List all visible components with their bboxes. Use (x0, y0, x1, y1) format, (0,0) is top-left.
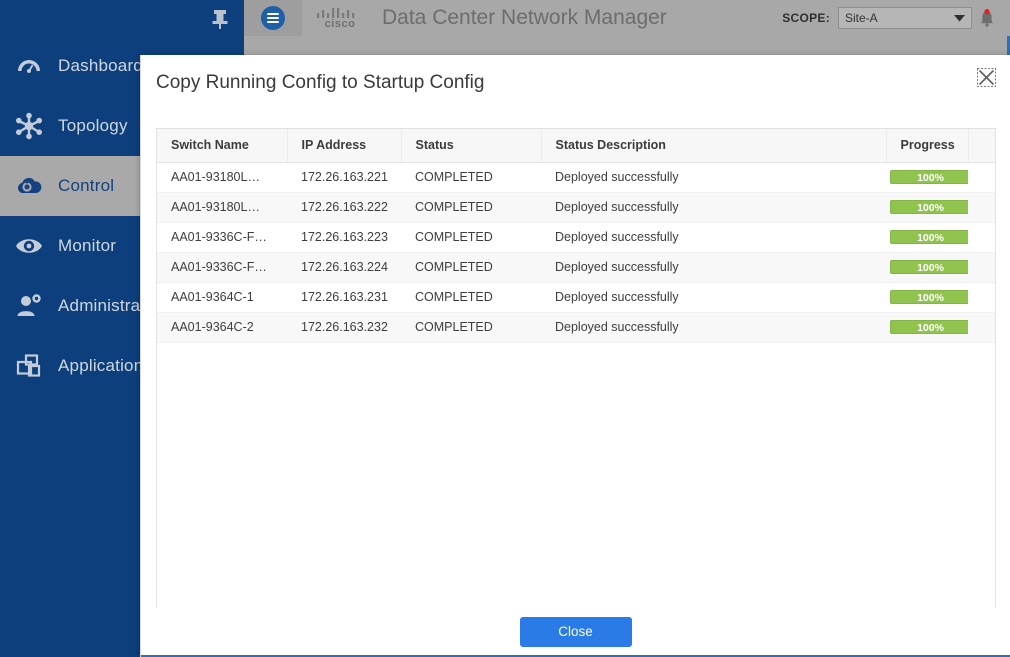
user-gear-icon (10, 287, 48, 325)
cell-switch-name: AA01-93180L… (157, 162, 287, 193)
cell-progress: 100% (886, 222, 968, 253)
cell-status-description: Deployed successfully (541, 312, 886, 343)
cell-progress: 100% (886, 282, 968, 313)
cell-switch-name: AA01-93180L… (157, 192, 287, 223)
column-header-status[interactable]: Status (401, 129, 542, 163)
scope-label: SCOPE: (782, 11, 830, 25)
cisco-logo: cisco (312, 7, 368, 30)
gauge-icon (10, 47, 48, 85)
cell-switch-name: AA01-9336C-F… (157, 252, 287, 283)
hamburger-menu-icon[interactable] (244, 0, 302, 36)
app-title: Data Center Network Manager (382, 6, 667, 29)
dialog-title: Copy Running Config to Startup Config (156, 72, 485, 93)
cell-switch-name: AA01-9364C-2 (157, 312, 287, 343)
cell-progress: 100% (886, 192, 968, 223)
cell-progress: 100% (886, 162, 968, 193)
top-bar: cisco Data Center Network Manager SCOPE:… (244, 0, 1010, 36)
cell-status-description: Deployed successfully (541, 162, 886, 193)
cell-ip-address: 172.26.163.222 (287, 192, 401, 223)
cell-status: COMPLETED (401, 312, 541, 343)
close-x-icon[interactable] (977, 68, 996, 87)
cell-extra (968, 282, 995, 313)
cell-status: COMPLETED (401, 252, 541, 283)
status-grid: Switch Name IP Address Status Status Des… (157, 129, 995, 343)
cell-switch-name: AA01-9364C-1 (157, 282, 287, 313)
cell-status-description: Deployed successfully (541, 192, 886, 223)
sidebar-item-label: Topology (58, 116, 128, 135)
sidebar-item-label: Control (58, 176, 115, 195)
cell-progress: 100% (886, 252, 968, 283)
cell-ip-address: 172.26.163.231 (287, 282, 401, 313)
column-header-extra (968, 129, 995, 163)
progress-bar: 100% (890, 170, 968, 184)
close-button[interactable]: Close (519, 616, 632, 647)
progress-bar: 100% (890, 260, 968, 274)
cell-status: COMPLETED (401, 222, 541, 253)
cell-progress: 100% (886, 312, 968, 343)
sidebar-item-label: Dashboard (58, 56, 143, 75)
scope-selected-value: Site-A (845, 11, 878, 25)
scope-area: SCOPE: Site-A (782, 0, 1010, 36)
table-row[interactable]: AA01-9364C-1 172.26.163.231 COMPLETED Deplo… (157, 282, 995, 313)
cell-ip-address: 172.26.163.223 (287, 222, 401, 253)
scope-select[interactable]: Site-A (838, 7, 972, 29)
dialog-footer: Close (141, 608, 1010, 657)
cell-extra (968, 252, 995, 283)
network-nodes-icon (10, 107, 48, 145)
chevron-down-icon (954, 9, 965, 27)
pushpin-icon[interactable] (210, 8, 230, 30)
status-grid-body: AA01-93180L… 172.26.163.221 COMPLETED Deplo… (157, 162, 995, 343)
column-header-status-description[interactable]: Status Description (541, 129, 887, 163)
cell-extra (968, 192, 995, 223)
cell-status: COMPLETED (401, 162, 541, 193)
deployment-status-table: Switch Name IP Address Status Status Des… (156, 128, 996, 609)
cell-status: COMPLETED (401, 282, 541, 313)
stacked-windows-icon (10, 347, 48, 385)
sidebar-item-label: Monitor (58, 236, 117, 255)
notification-bell-icon[interactable] (972, 0, 1002, 36)
cell-extra (968, 162, 995, 193)
cell-extra (968, 312, 995, 343)
dialog-header: Copy Running Config to Startup Config (141, 55, 1010, 111)
table-row[interactable]: AA01-93180L… 172.26.163.222 COMPLETED Deplo… (157, 192, 995, 223)
table-row[interactable]: AA01-9336C-F… 172.26.163.223 COMPLETED Depl… (157, 222, 995, 253)
cell-status-description: Deployed successfully (541, 282, 886, 313)
cell-status-description: Deployed successfully (541, 252, 886, 283)
eye-icon (10, 227, 48, 265)
sidebar-item-label: Applications (58, 356, 153, 375)
column-header-progress[interactable]: Progress (886, 129, 969, 163)
table-row[interactable]: AA01-9336C-F… 172.26.163.224 COMPLETED Depl… (157, 252, 995, 283)
cloud-control-icon (10, 167, 48, 205)
cell-ip-address: 172.26.163.232 (287, 312, 401, 343)
progress-bar: 100% (890, 290, 968, 304)
table-row[interactable]: AA01-93180L… 172.26.163.221 COMPLETED Deplo… (157, 162, 995, 193)
cell-ip-address: 172.26.163.224 (287, 252, 401, 283)
column-header-ip-address[interactable]: IP Address (287, 129, 402, 163)
cell-ip-address: 172.26.163.221 (287, 162, 401, 193)
column-header-switch-name[interactable]: Switch Name (157, 129, 288, 163)
table-row[interactable]: AA01-9364C-2 172.26.163.232 COMPLETED Deplo… (157, 312, 995, 343)
cell-switch-name: AA01-9336C-F… (157, 222, 287, 253)
copy-config-dialog: Copy Running Config to Startup Config Sw… (140, 55, 1010, 657)
cell-extra (968, 222, 995, 253)
table-header-row: Switch Name IP Address Status Status Des… (157, 129, 995, 163)
progress-bar: 100% (890, 320, 968, 334)
cell-status-description: Deployed successfully (541, 222, 886, 253)
sidebar-header (0, 0, 244, 36)
cell-status: COMPLETED (401, 192, 541, 223)
progress-bar: 100% (890, 230, 968, 244)
progress-bar: 100% (890, 200, 968, 214)
cisco-bars-icon (312, 7, 368, 19)
